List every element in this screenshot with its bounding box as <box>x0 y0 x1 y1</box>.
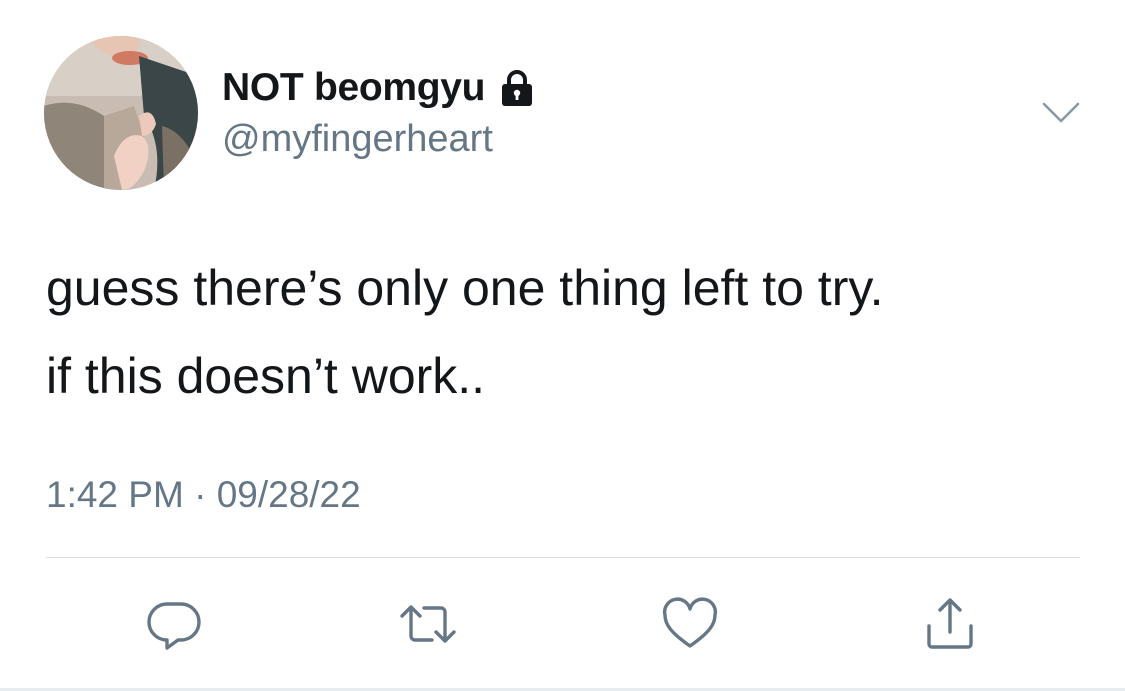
reply-button[interactable] <box>145 596 205 652</box>
avatar[interactable] <box>44 36 198 190</box>
display-name-text: NOT beomgyu <box>222 66 486 109</box>
timestamp-separator: · <box>194 474 207 515</box>
retweet-button[interactable] <box>398 596 458 652</box>
like-button[interactable] <box>660 596 720 652</box>
tweet-timestamp[interactable]: 1:42 PM · 09/28/22 <box>46 474 361 516</box>
display-name[interactable]: NOT beomgyu <box>222 66 537 110</box>
tweet-text: guess there’s only one thing left to try… <box>46 244 1086 420</box>
share-icon <box>927 598 973 649</box>
tweet-line: if this doesn’t work.. <box>46 348 486 404</box>
lock-icon <box>497 68 537 108</box>
user-handle[interactable]: @myfingerheart <box>222 118 493 161</box>
reply-icon <box>147 602 201 650</box>
avatar-photo <box>44 36 198 190</box>
divider <box>46 557 1080 558</box>
tweet-line: guess there’s only one thing left to try… <box>46 260 884 316</box>
tweet-date: 09/28/22 <box>216 474 361 515</box>
chevron-down-icon[interactable] <box>1040 98 1082 128</box>
retweet-icon <box>400 605 456 643</box>
heart-icon <box>662 597 718 648</box>
tweet-time: 1:42 PM <box>46 474 184 515</box>
share-button[interactable] <box>921 596 981 652</box>
